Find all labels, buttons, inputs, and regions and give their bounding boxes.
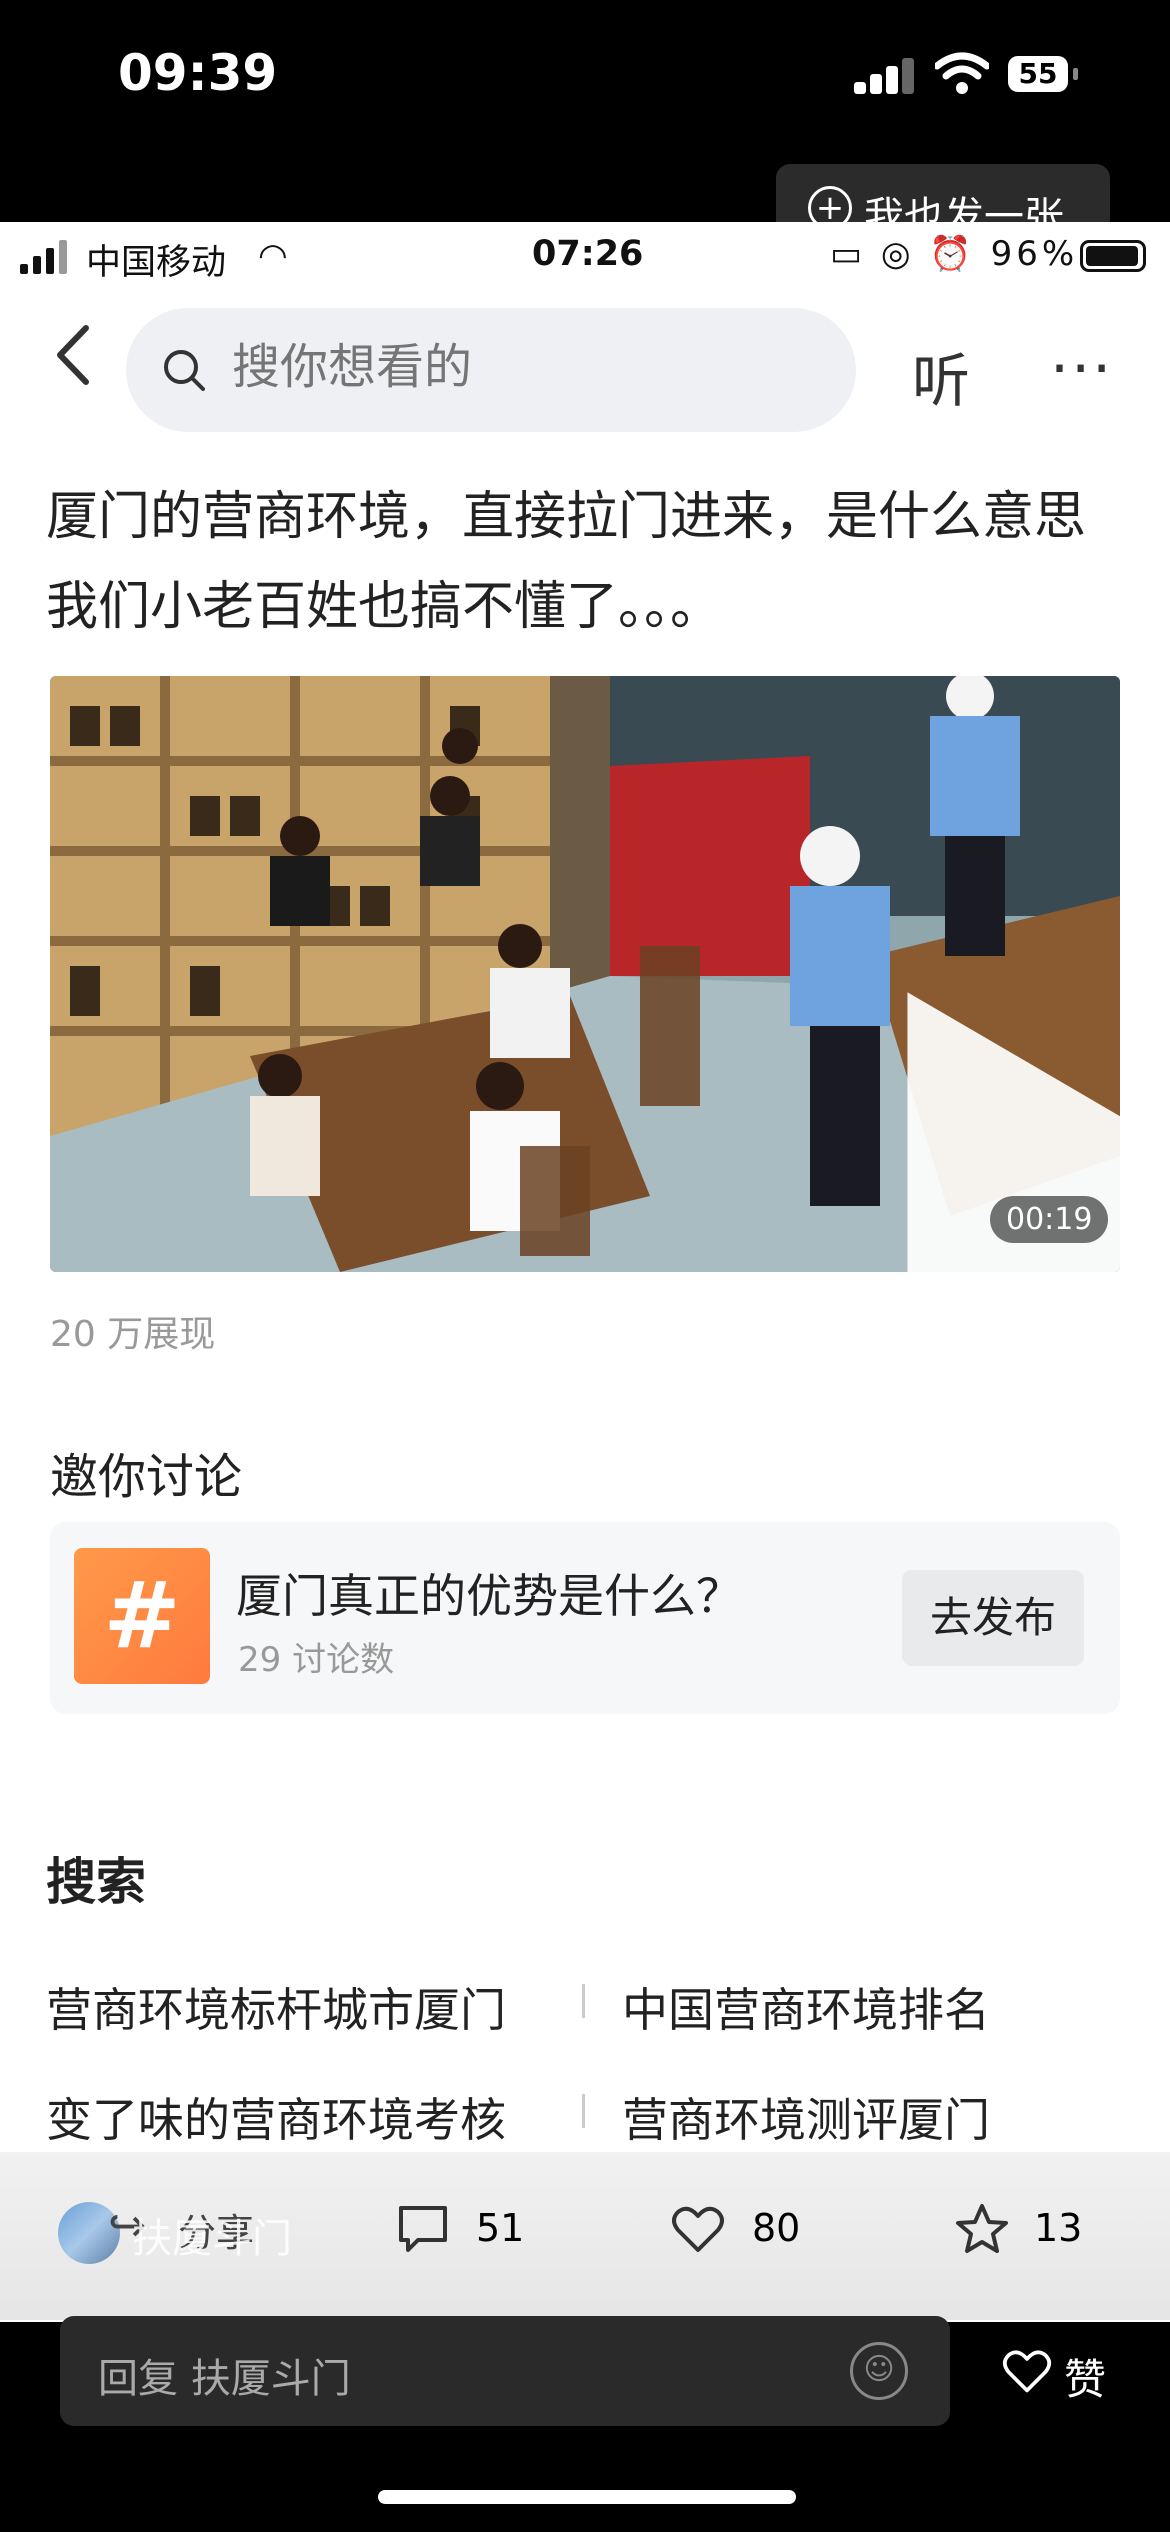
search-input[interactable] — [230, 338, 794, 396]
reply-placeholder: 回复 扶厦斗门 — [98, 2356, 351, 2402]
heart-icon[interactable] — [1000, 2346, 1054, 2396]
search-suggestion[interactable]: 营商环境标杆城市厦门 — [46, 1974, 506, 2040]
comment-icon[interactable] — [396, 2202, 450, 2256]
star-icon[interactable] — [954, 2202, 1010, 2256]
like-label[interactable]: 赞 — [1064, 2346, 1106, 2407]
comment-count: 51 — [476, 2206, 525, 2250]
inner-battery-level: 96% — [990, 234, 1079, 274]
back-button[interactable] — [46, 320, 106, 390]
battery-icon: 55 — [1008, 56, 1078, 94]
video-player[interactable]: 00:19 — [50, 676, 1120, 1272]
inner-time: 07:26 — [532, 234, 644, 274]
carrier-name: 中国移动 — [86, 243, 227, 283]
author-name[interactable]: 扶厦斗门 — [132, 2206, 292, 2264]
back-icon — [57, 325, 89, 385]
search-suggestion[interactable]: 中国营商环境排名 — [622, 1974, 990, 2040]
topic-name: 厦门真正的优势是什么？ — [236, 1569, 742, 1623]
search-bar[interactable] — [126, 308, 856, 432]
reply-input[interactable]: 回复 扶厦斗门 ☺ — [60, 2316, 950, 2426]
search-suggestion[interactable]: 变了味的营商环境考核 — [46, 2084, 506, 2150]
inner-wifi-icon: ◠ — [258, 236, 288, 276]
shared-screenshot: 中国移动 ◠ 07:26 ▭ ◎ ⏰ 96% 听 ··· 厦门的营商环境，直接拉… — [0, 222, 1170, 2322]
topic-discussion-count: 29 讨论数 — [238, 1640, 395, 1680]
inner-signal-icon — [20, 240, 70, 274]
search-icon — [164, 350, 205, 391]
inner-status-bar: 中国移动 ◠ 07:26 ▭ ◎ ⏰ 96% — [0, 222, 1170, 292]
device-time: 09:39 — [118, 44, 278, 102]
search-suggestion[interactable]: 营商环境测评厦门 — [622, 2084, 990, 2150]
publish-button[interactable]: 去发布 — [902, 1570, 1084, 1666]
home-indicator[interactable] — [378, 2490, 796, 2504]
favorite-count: 13 — [1034, 2206, 1083, 2250]
divider — [582, 1984, 585, 2018]
topic-card[interactable]: # 厦门真正的优势是什么？ 29 讨论数 去发布 — [50, 1522, 1120, 1714]
video-duration: 00:19 — [990, 1196, 1109, 1243]
like-count: 80 — [752, 2206, 801, 2250]
heart-icon[interactable] — [670, 2202, 726, 2256]
signal-icon — [854, 58, 916, 94]
status-icons: ▭ ◎ ⏰ 96% — [830, 234, 1079, 274]
battery-level: 55 — [1008, 56, 1068, 92]
wifi-icon — [935, 52, 989, 94]
post-title: 厦门的营商环境，直接拉门进来，是什么意思我们小老百姓也搞不懂了。。。 — [46, 487, 1087, 637]
hashtag-icon: # — [74, 1548, 210, 1684]
divider — [582, 2094, 585, 2128]
more-options-button[interactable]: ··· — [1050, 334, 1113, 404]
emoji-icon[interactable]: ☺ — [850, 2342, 908, 2400]
inner-battery-icon — [1080, 240, 1146, 272]
search-section-title: 搜索 — [46, 1853, 146, 1911]
listen-button[interactable]: 听 — [912, 334, 970, 418]
view-count: 20 万展现 — [50, 1314, 216, 1355]
invite-discussion-title: 邀你讨论 — [50, 1449, 243, 1505]
